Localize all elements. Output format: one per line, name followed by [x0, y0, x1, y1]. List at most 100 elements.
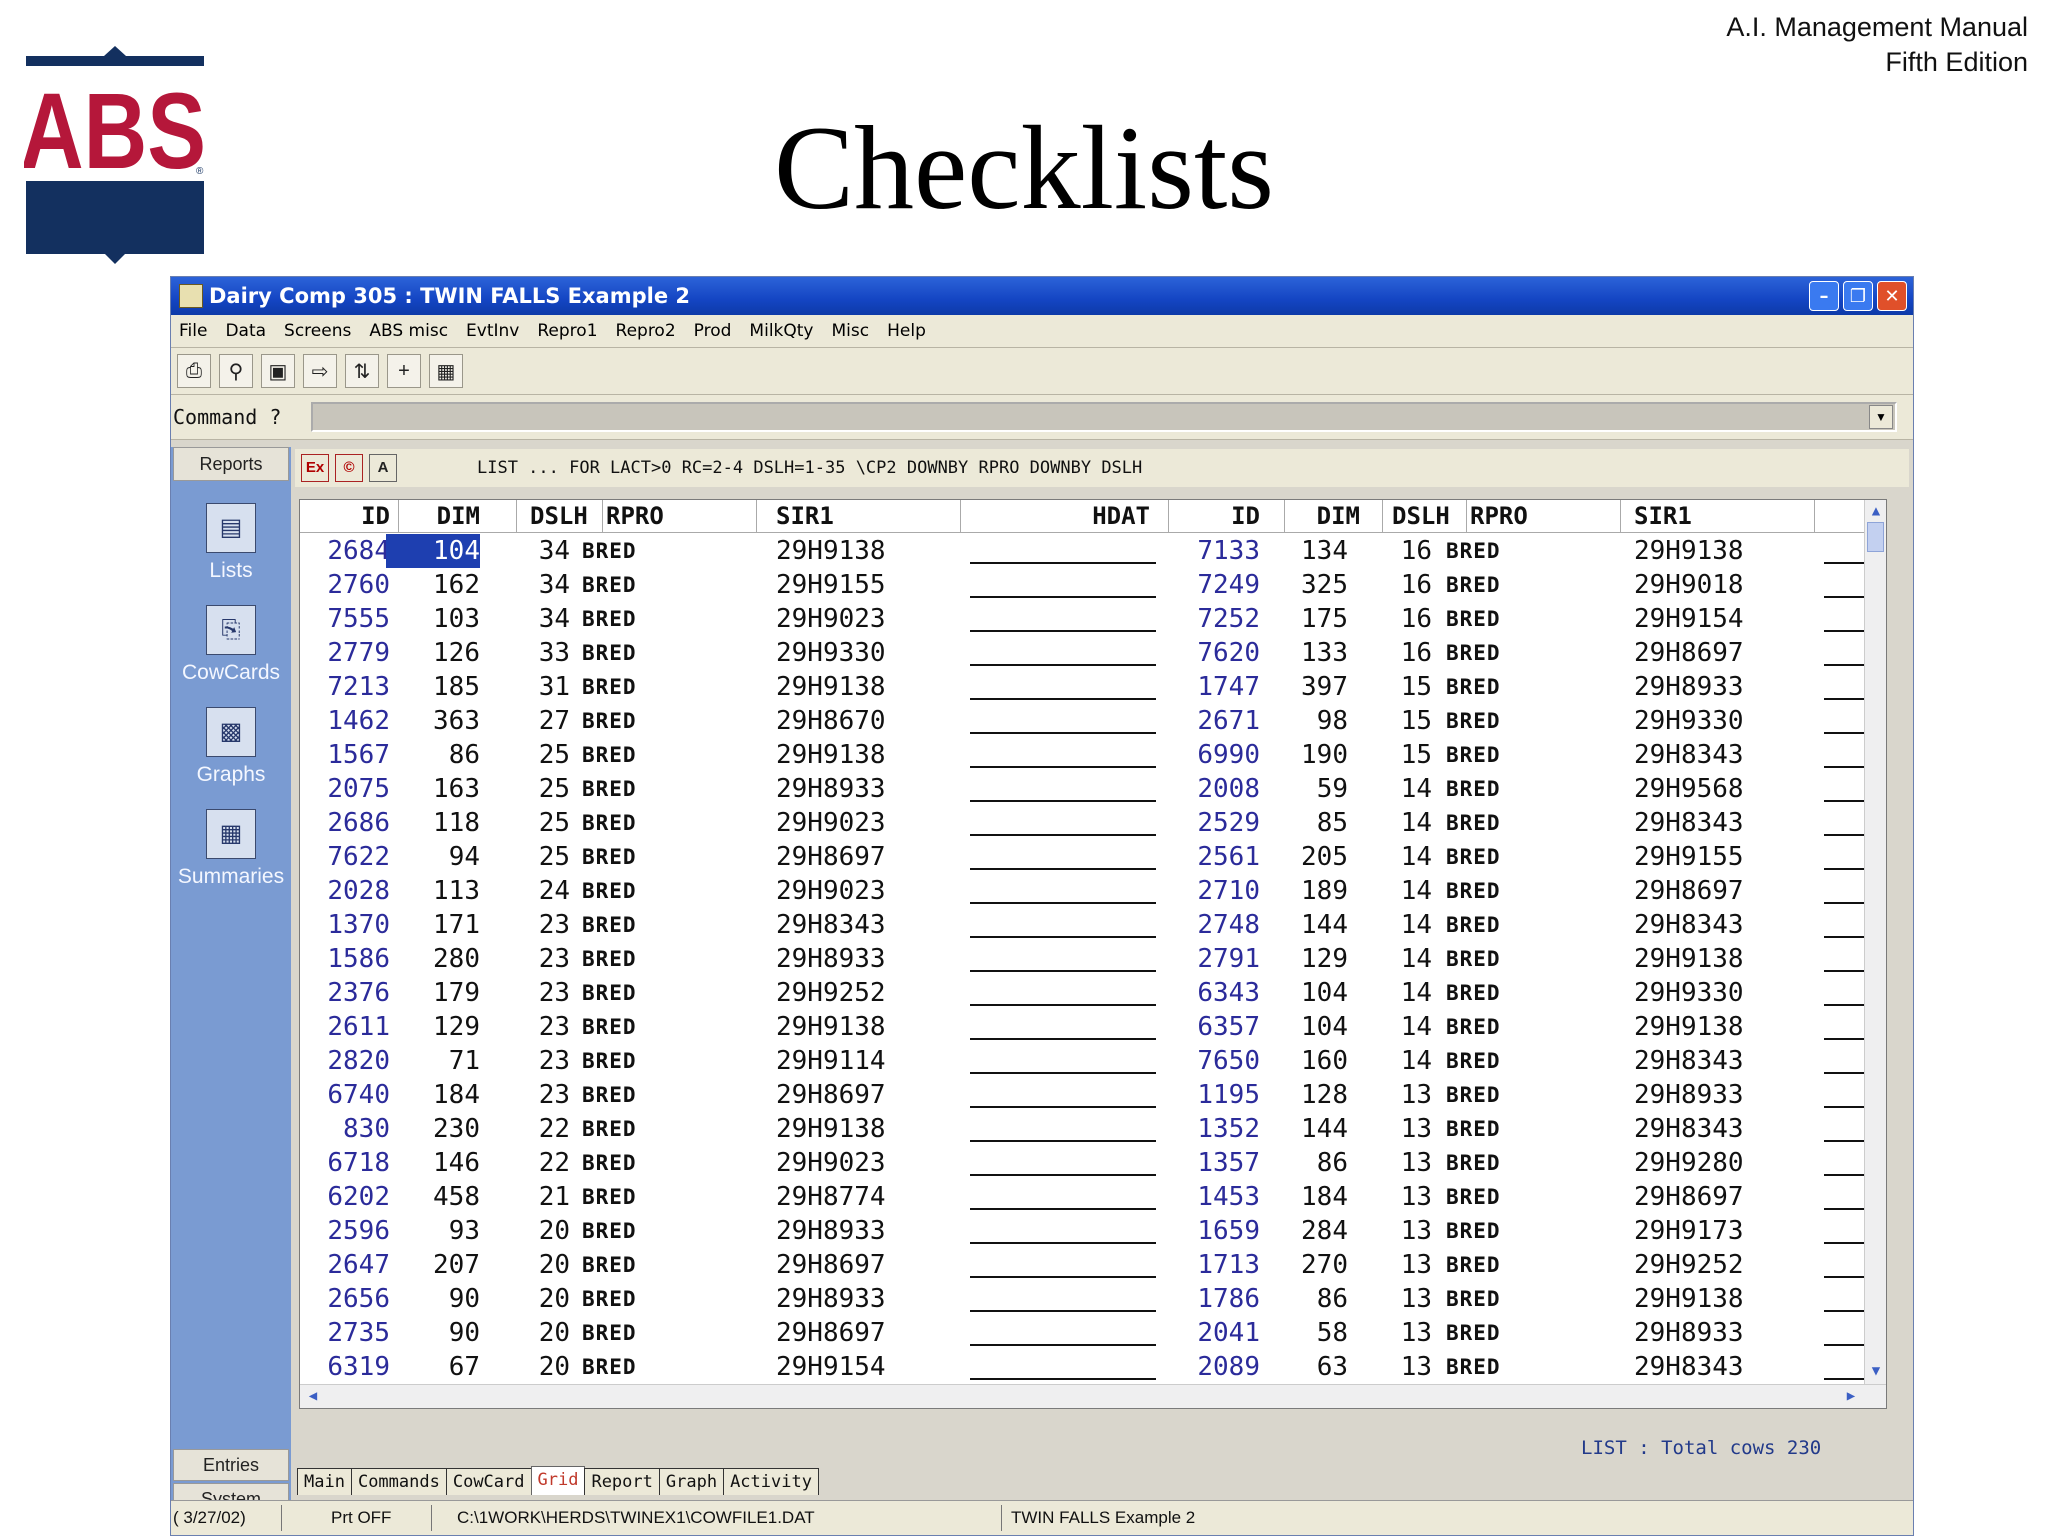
cell-dim[interactable]: 163	[400, 772, 480, 806]
cell-rpro-2[interactable]: BRED	[1446, 636, 1501, 670]
cell-rpro-2[interactable]: BRED	[1446, 908, 1501, 942]
table-row[interactable]: 1586 280 23 BRED 29H8933 2791 129 14 BRED 29H9138	[300, 942, 1886, 976]
col-header-sir1-2[interactable]: SIR1	[1634, 500, 1692, 532]
cell-dim[interactable]: 71	[400, 1044, 480, 1078]
cell-rpro-2[interactable]: BRED	[1446, 1146, 1501, 1180]
cell-sir1[interactable]: 29H8697	[776, 1316, 886, 1350]
sidebar-item-graphs[interactable]: ▩ Graphs	[171, 707, 291, 787]
cell-dslh-2[interactable]: 13	[1362, 1248, 1432, 1282]
cell-sir1[interactable]: 29H9023	[776, 874, 886, 908]
scroll-thumb[interactable]	[1867, 522, 1884, 552]
cell-dslh[interactable]: 23	[500, 1010, 570, 1044]
table-row[interactable]: 2656 90 20 BRED 29H8933 1786 86 13 BRED 29H9138	[300, 1282, 1886, 1316]
hdat-blank[interactable]	[970, 834, 1156, 836]
command-input[interactable]: ▼	[311, 402, 1897, 432]
cell-dslh-2[interactable]: 15	[1362, 704, 1432, 738]
cell-id[interactable]: 2596	[300, 1214, 390, 1248]
cell-dslh[interactable]: 25	[500, 772, 570, 806]
hdat-blank[interactable]	[970, 970, 1156, 972]
cell-sir1[interactable]: 29H9138	[776, 738, 886, 772]
hdat-blank-2[interactable]	[1824, 1378, 1864, 1380]
cell-rpro[interactable]: BRED	[582, 874, 637, 908]
hdat-blank-2[interactable]	[1824, 970, 1864, 972]
cell-dim[interactable]: 90	[400, 1316, 480, 1350]
cell-rpro-2[interactable]: BRED	[1446, 942, 1501, 976]
calendar-icon[interactable]: ▦	[429, 354, 463, 388]
cell-dim[interactable]: 126	[400, 636, 480, 670]
export-icon[interactable]: ⇨	[303, 354, 337, 388]
font-icon[interactable]: A	[369, 454, 397, 482]
hdat-blank-2[interactable]	[1824, 732, 1864, 734]
hdat-blank[interactable]	[970, 1242, 1156, 1244]
cell-id[interactable]: 2820	[300, 1044, 390, 1078]
cell-rpro[interactable]: BRED	[582, 1078, 637, 1112]
menu-repro1[interactable]: Repro1	[537, 321, 597, 341]
cell-rpro-2[interactable]: BRED	[1446, 976, 1501, 1010]
hdat-blank[interactable]	[970, 868, 1156, 870]
cell-dim-2[interactable]: 397	[1268, 670, 1348, 704]
cell-id[interactable]: 2760	[300, 568, 390, 602]
cell-dslh[interactable]: 23	[500, 976, 570, 1010]
table-row[interactable]: 830 230 22 BRED 29H9138 1352 144 13 BRED 29H8343	[300, 1112, 1886, 1146]
cell-sir1-2[interactable]: 29H8697	[1634, 874, 1744, 908]
cell-sir1[interactable]: 29H9023	[776, 1146, 886, 1180]
cell-dim[interactable]: 458	[400, 1180, 480, 1214]
cell-dim-2[interactable]: 270	[1268, 1248, 1348, 1282]
cell-id[interactable]: 2611	[300, 1010, 390, 1044]
cell-id[interactable]: 1586	[300, 942, 390, 976]
hdat-blank[interactable]	[970, 1106, 1156, 1108]
cell-rpro-2[interactable]: BRED	[1446, 806, 1501, 840]
hdat-blank-2[interactable]	[1824, 834, 1864, 836]
hdat-blank[interactable]	[970, 1344, 1156, 1346]
cell-sir1-2[interactable]: 29H8933	[1634, 1078, 1744, 1112]
cell-dslh-2[interactable]: 15	[1362, 738, 1432, 772]
cell-rpro[interactable]: BRED	[582, 840, 637, 874]
cell-dim-2[interactable]: 133	[1268, 636, 1348, 670]
cell-dslh-2[interactable]: 16	[1362, 602, 1432, 636]
cell-id[interactable]: 2075	[300, 772, 390, 806]
restore-button[interactable]: ❐	[1843, 281, 1873, 311]
cell-dslh-2[interactable]: 13	[1362, 1112, 1432, 1146]
cell-id-2[interactable]: 6343	[1170, 976, 1260, 1010]
menu-help[interactable]: Help	[887, 321, 926, 341]
hdat-blank-2[interactable]	[1824, 1004, 1864, 1006]
hdat-blank[interactable]	[970, 1208, 1156, 1210]
cell-dslh[interactable]: 34	[500, 602, 570, 636]
cell-sir1-2[interactable]: 29H9138	[1634, 942, 1744, 976]
cell-rpro[interactable]: BRED	[582, 704, 637, 738]
cell-dim[interactable]: 162	[400, 568, 480, 602]
cell-rpro[interactable]: BRED	[582, 738, 637, 772]
cell-dslh-2[interactable]: 14	[1362, 840, 1432, 874]
cell-sir1-2[interactable]: 29H9252	[1634, 1248, 1744, 1282]
cell-sir1-2[interactable]: 29H8697	[1634, 636, 1744, 670]
sort-icon[interactable]: ⇅	[345, 354, 379, 388]
cell-id[interactable]: 2735	[300, 1316, 390, 1350]
cell-sir1[interactable]: 29H8697	[776, 1248, 886, 1282]
chevron-down-icon[interactable]: ▼	[1869, 405, 1893, 429]
cell-dim-2[interactable]: 104	[1268, 1010, 1348, 1044]
cell-rpro[interactable]: BRED	[582, 1146, 637, 1180]
cell-dim[interactable]: 129	[400, 1010, 480, 1044]
cell-dslh[interactable]: 31	[500, 670, 570, 704]
col-header-rpro[interactable]: RPRO	[606, 500, 664, 532]
save-icon[interactable]: ▣	[261, 354, 295, 388]
hdat-blank-2[interactable]	[1824, 800, 1864, 802]
cell-dim-2[interactable]: 184	[1268, 1180, 1348, 1214]
table-row[interactable]: 6740 184 23 BRED 29H8697 1195 128 13 BRED 29H8933	[300, 1078, 1886, 1112]
col-header-id-2[interactable]: ID	[1170, 500, 1260, 532]
cell-id[interactable]: 6319	[300, 1350, 390, 1384]
cell-dslh[interactable]: 20	[500, 1214, 570, 1248]
hdat-blank[interactable]	[970, 596, 1156, 598]
tab-commands[interactable]: Commands	[350, 1468, 447, 1495]
hdat-blank-2[interactable]	[1824, 664, 1864, 666]
excel-icon[interactable]: Ex	[301, 454, 329, 482]
sidebar-item-cowcards[interactable]: ⎘ CowCards	[171, 605, 291, 685]
menu-repro2[interactable]: Repro2	[616, 321, 676, 341]
cell-dslh-2[interactable]: 13	[1362, 1214, 1432, 1248]
cell-rpro[interactable]: BRED	[582, 1248, 637, 1282]
cell-dslh[interactable]: 21	[500, 1180, 570, 1214]
cell-sir1-2[interactable]: 29H9330	[1634, 704, 1744, 738]
hdat-blank[interactable]	[970, 1072, 1156, 1074]
cell-id-2[interactable]: 1747	[1170, 670, 1260, 704]
hdat-blank[interactable]	[970, 630, 1156, 632]
